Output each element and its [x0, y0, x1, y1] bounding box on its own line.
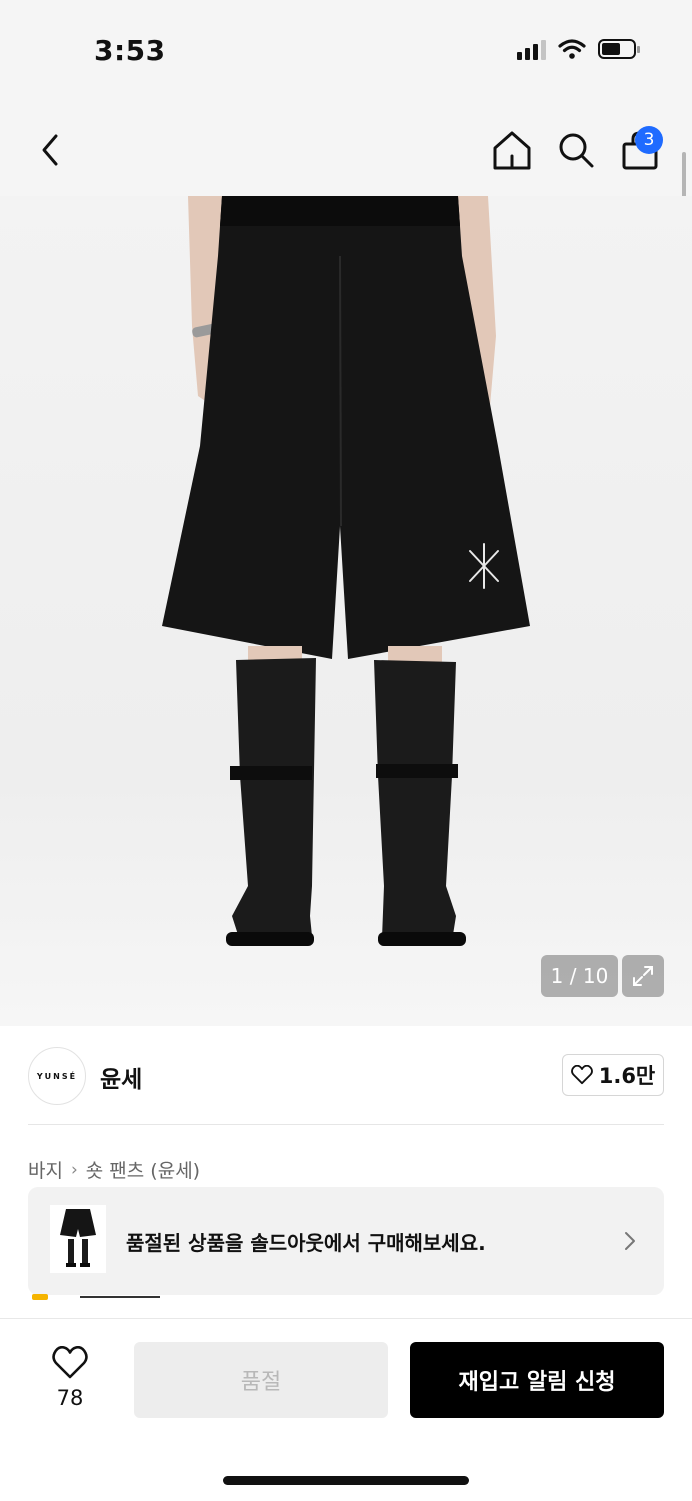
image-counter: 1 / 10 — [541, 955, 618, 997]
home-indicator — [223, 1476, 469, 1485]
cart-count-badge: 3 — [635, 126, 663, 154]
brand-like-count: 1.6만 — [598, 1064, 656, 1088]
wishlist-count: 78 — [56, 1386, 84, 1410]
wishlist-heart-icon[interactable] — [52, 1346, 88, 1380]
breadcrumb-category[interactable]: 바지 — [28, 1156, 63, 1183]
content-peek — [80, 1296, 160, 1298]
product-image[interactable] — [0, 196, 692, 1026]
battery-icon — [598, 39, 640, 59]
home-icon[interactable] — [492, 128, 532, 172]
back-arrow-icon[interactable] — [32, 128, 72, 172]
restock-alert-button[interactable]: 재입고 알림 신청 — [410, 1342, 664, 1418]
expand-icon[interactable] — [622, 955, 664, 997]
product-photo-illustration — [162, 196, 530, 946]
chevron-right-icon: › — [70, 1159, 78, 1180]
status-time: 3:53 — [94, 34, 166, 67]
status-icons — [517, 38, 640, 60]
cellular-signal-icon — [517, 38, 546, 60]
soldout-banner[interactable]: 품절된 상품을 솔드아웃에서 구매해보세요. — [28, 1187, 664, 1295]
breadcrumb-subcategory[interactable]: 숏 팬츠 (윤세) — [86, 1156, 200, 1183]
soldout-thumbnail — [50, 1205, 106, 1273]
brand-logo-text: YUNSÉ — [36, 1071, 78, 1081]
rating-star-icon — [32, 1294, 48, 1300]
breadcrumb: 바지 › 숏 팬츠 (윤세) — [28, 1156, 200, 1183]
brand-like-button[interactable]: 1.6만 — [562, 1054, 664, 1096]
chevron-right-icon — [625, 1232, 635, 1250]
brand-logo[interactable]: YUNSÉ — [28, 1047, 86, 1105]
soldout-banner-text: 품절된 상품을 솔드아웃에서 구매해보세요. — [126, 1231, 486, 1255]
divider — [28, 1124, 664, 1125]
brand-name[interactable]: 윤세 — [100, 1060, 142, 1094]
wifi-icon — [558, 39, 586, 59]
soldout-button: 품절 — [134, 1342, 388, 1418]
heart-icon — [570, 1065, 593, 1085]
search-icon[interactable] — [556, 128, 596, 172]
